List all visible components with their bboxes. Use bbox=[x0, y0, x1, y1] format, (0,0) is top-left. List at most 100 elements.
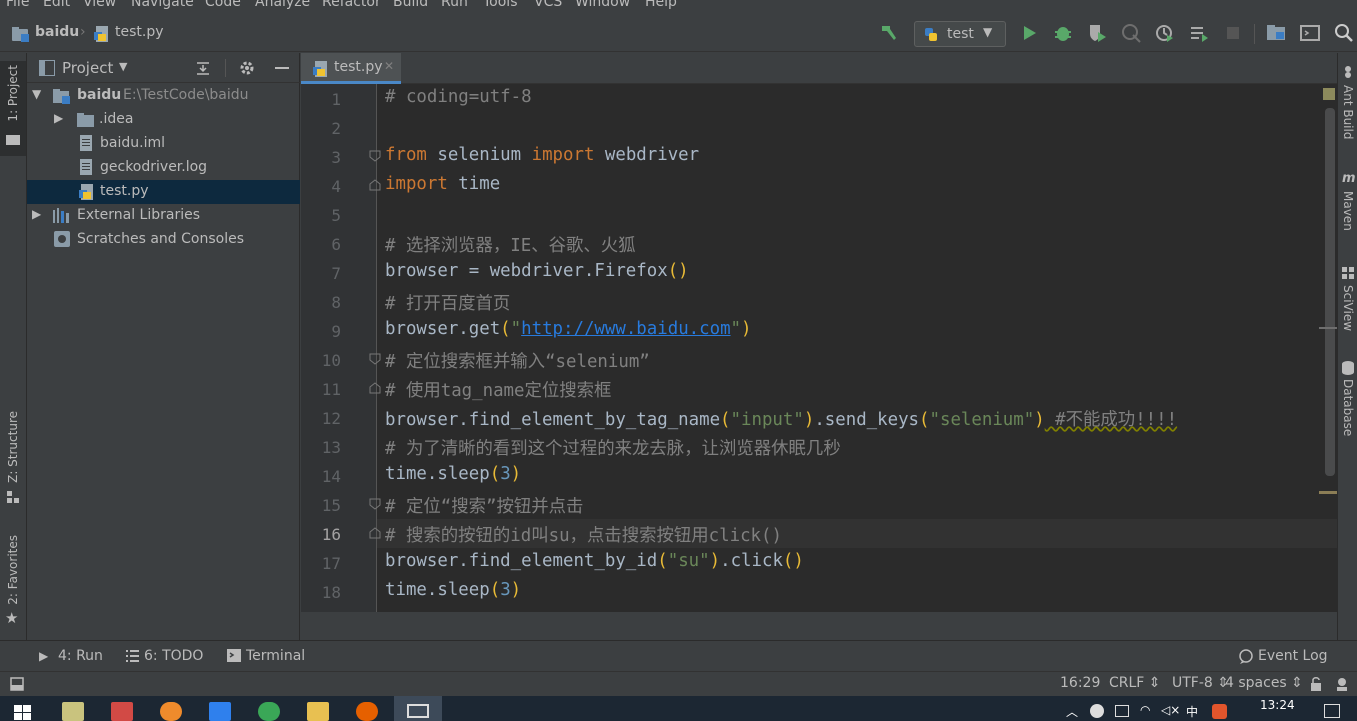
tree-item-external-libraries[interactable]: ▶ External Libraries bbox=[27, 204, 300, 228]
feather-app-icon[interactable] bbox=[209, 702, 231, 721]
python-file-icon bbox=[94, 26, 108, 42]
collapsed-arrow-icon[interactable]: ▶ bbox=[54, 111, 63, 125]
network-icon[interactable]: ◠ bbox=[1140, 703, 1150, 717]
project-structure-icon[interactable] bbox=[1265, 22, 1287, 44]
tab-event-log[interactable]: Event Log bbox=[1258, 648, 1328, 664]
active-task-highlight[interactable] bbox=[394, 696, 442, 721]
run-configuration-dropdown[interactable]: test ▼ bbox=[914, 21, 1006, 47]
editor-bottom-area bbox=[301, 612, 1337, 640]
editor-tab-test-py[interactable]: test.py ✕ bbox=[301, 53, 401, 84]
run-list-icon[interactable] bbox=[1188, 22, 1210, 44]
tab-ant-build[interactable]: Ant Build bbox=[1341, 85, 1355, 139]
menu-run[interactable]: Run bbox=[441, 0, 468, 10]
chrome-app-icon[interactable] bbox=[258, 702, 280, 721]
coverage-shield-icon[interactable] bbox=[1086, 22, 1108, 44]
toggle-tool-windows-icon[interactable] bbox=[10, 677, 24, 691]
menu-window[interactable]: Window bbox=[575, 0, 630, 10]
line-separator[interactable]: CRLF ⇕ bbox=[1109, 675, 1161, 691]
windows-start-icon[interactable] bbox=[14, 705, 32, 721]
tab-sciview[interactable]: SciView bbox=[1341, 285, 1355, 331]
project-panel-title[interactable]: Project bbox=[62, 59, 113, 77]
breadcrumb-file[interactable]: test.py bbox=[115, 24, 164, 40]
close-icon[interactable]: ✕ bbox=[384, 59, 394, 73]
menu-analyze[interactable]: Analyze bbox=[255, 0, 310, 10]
menu-file[interactable]: File bbox=[6, 0, 29, 10]
terminal-window-icon[interactable] bbox=[1299, 22, 1321, 44]
vertical-scrollbar[interactable] bbox=[1325, 108, 1335, 476]
minimize-icon[interactable] bbox=[274, 60, 290, 76]
tray-battery-icon[interactable] bbox=[1115, 705, 1129, 717]
firefox-app-icon[interactable] bbox=[356, 702, 378, 721]
run-icon[interactable] bbox=[1018, 22, 1040, 44]
profile-icon[interactable] bbox=[1120, 22, 1142, 44]
intellij-app-icon[interactable] bbox=[111, 702, 133, 721]
fold-marker-icon[interactable] bbox=[369, 353, 381, 365]
tab-project[interactable]: 1: Project bbox=[6, 65, 20, 122]
menu-code[interactable]: Code bbox=[205, 0, 241, 10]
app-g-icon[interactable] bbox=[160, 702, 182, 721]
line-number: 13 bbox=[321, 438, 341, 457]
tab-run[interactable]: 4: Run bbox=[58, 648, 103, 664]
menu-build[interactable]: Build bbox=[393, 0, 428, 10]
bottom-tool-bar: ▶ 4: Run 6: TODO Terminal Event Log bbox=[0, 640, 1357, 671]
inspector-icon[interactable] bbox=[1334, 676, 1350, 692]
tab-structure[interactable]: Z: Structure bbox=[6, 411, 20, 483]
clock-time[interactable]: 13:24 bbox=[1260, 698, 1295, 712]
menu-vcs[interactable]: VCS bbox=[534, 0, 562, 10]
indent-setting[interactable]: 4 spaces ⇕ bbox=[1225, 675, 1303, 691]
stop-icon[interactable] bbox=[1222, 22, 1244, 44]
debug-bug-icon[interactable] bbox=[1052, 22, 1074, 44]
file-encoding[interactable]: UTF-8 ⇕ bbox=[1172, 675, 1229, 691]
tab-terminal[interactable]: Terminal bbox=[246, 648, 305, 664]
fold-marker-icon[interactable] bbox=[369, 179, 381, 191]
code-line-12: browser.find_element_by_tag_name("input"… bbox=[385, 410, 1178, 430]
fold-marker-icon[interactable] bbox=[369, 527, 381, 539]
tab-maven[interactable]: Maven bbox=[1341, 191, 1355, 231]
fold-marker-icon[interactable] bbox=[369, 150, 381, 162]
terminal-icon bbox=[227, 649, 241, 662]
tree-item-baidu-iml[interactable]: baidu.iml bbox=[27, 132, 300, 156]
file-explorer-icon[interactable] bbox=[307, 702, 329, 721]
menu-navigate[interactable]: Navigate bbox=[131, 0, 194, 10]
chevron-down-icon[interactable]: ▼ bbox=[119, 60, 127, 73]
breadcrumb-project[interactable]: baidu bbox=[35, 24, 79, 40]
tree-item-scratches[interactable]: Scratches and Consoles bbox=[27, 228, 300, 252]
fold-marker-icon[interactable] bbox=[369, 498, 381, 510]
url-link[interactable]: http://www.baidu.com bbox=[521, 319, 730, 339]
inspection-status-icon[interactable] bbox=[1323, 88, 1335, 100]
lock-icon[interactable] bbox=[1309, 676, 1323, 692]
menu-refactor[interactable]: Refactor bbox=[322, 0, 381, 10]
notification-icon[interactable] bbox=[1324, 704, 1340, 718]
tree-item-geckodriver-log[interactable]: geckodriver.log bbox=[27, 156, 300, 180]
search-icon[interactable] bbox=[1333, 22, 1355, 44]
menu-tools[interactable]: Tools bbox=[483, 0, 518, 10]
tab-todo[interactable]: 6: TODO bbox=[144, 648, 203, 664]
tray-app-icon[interactable] bbox=[1090, 704, 1104, 718]
volume-muted-icon[interactable]: ◁× bbox=[1161, 703, 1180, 717]
line-number: 8 bbox=[331, 293, 341, 312]
tree-item-baidu[interactable]: ▼ baidu E:\TestCode\baidu bbox=[27, 84, 300, 108]
menu-edit[interactable]: Edit bbox=[43, 0, 70, 10]
concurrency-icon[interactable] bbox=[1154, 22, 1176, 44]
tab-favorites[interactable]: 2: Favorites bbox=[6, 535, 20, 605]
fold-marker-icon[interactable] bbox=[369, 382, 381, 394]
tab-database[interactable]: Database bbox=[1341, 379, 1355, 436]
code-editor[interactable]: 1 2 3 4 5 6 7 8 9 10 11 12 13 14 15 16 1… bbox=[301, 84, 1337, 640]
collapsed-arrow-icon[interactable]: ▶ bbox=[32, 207, 41, 221]
collapse-all-icon[interactable] bbox=[195, 60, 211, 76]
notepad-app-icon[interactable] bbox=[62, 702, 84, 721]
sogou-ime-icon[interactable] bbox=[1212, 704, 1227, 719]
menu-help[interactable]: Help bbox=[645, 0, 677, 10]
code-line-18: time.sleep(3) bbox=[385, 580, 522, 600]
expanded-arrow-icon[interactable]: ▼ bbox=[32, 87, 41, 101]
caret-position[interactable]: 16:29 bbox=[1060, 675, 1100, 691]
gear-icon[interactable] bbox=[239, 60, 255, 76]
tree-item-test-py[interactable]: test.py bbox=[27, 180, 300, 204]
warning-marker[interactable] bbox=[1319, 491, 1337, 494]
build-hammer-icon[interactable] bbox=[878, 22, 900, 44]
menu-view[interactable]: View bbox=[83, 0, 116, 10]
tree-item-idea[interactable]: ▶ .idea bbox=[27, 108, 300, 132]
python-file-icon bbox=[313, 61, 327, 77]
tray-chevron-up-icon[interactable]: ︿ bbox=[1066, 703, 1078, 720]
ime-indicator[interactable]: 中 bbox=[1186, 703, 1198, 720]
